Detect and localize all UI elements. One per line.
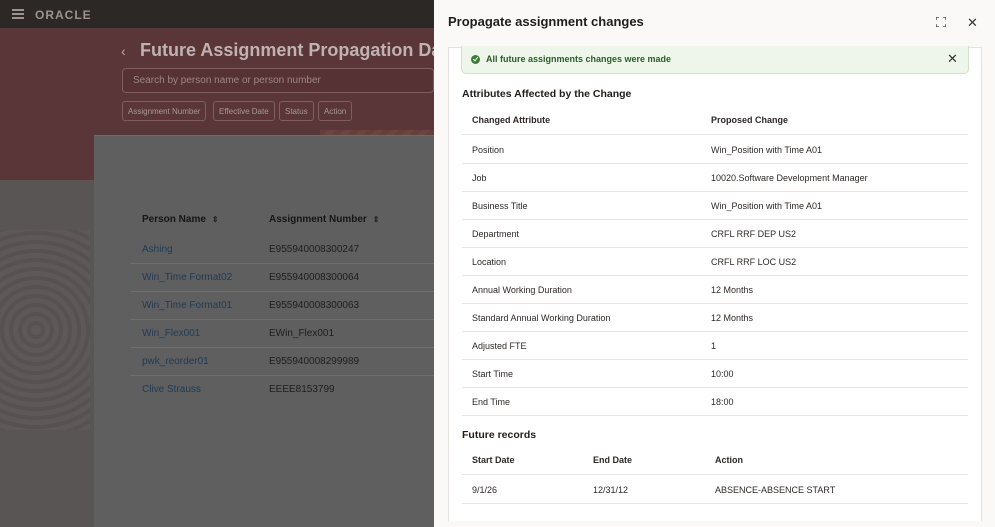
attribute-name: Job: [472, 173, 487, 183]
hamburger-icon[interactable]: [12, 9, 24, 19]
proposed-change: CRFL RRF DEP US2: [711, 229, 797, 239]
person-name-link[interactable]: Win_Flex001: [142, 328, 200, 339]
attribute-name: Location: [472, 257, 507, 267]
proposed-change: Win_Position with Time A01: [711, 145, 823, 155]
filter-action[interactable]: Action: [318, 101, 353, 121]
proposed-change: Win_Position with Time A01: [711, 201, 823, 211]
table-row: Adjusted FTE 1: [462, 332, 968, 360]
chevron-left-icon[interactable]: ‹: [121, 43, 126, 59]
assignment-number: E955940008300063: [269, 300, 360, 311]
person-name-link[interactable]: pwk_reorder01: [142, 356, 209, 367]
proposed-change: 12 Months: [711, 313, 754, 323]
proposed-change: CRFL RRF LOC US2: [711, 257, 797, 267]
drawer-title: Propagate assignment changes: [448, 14, 644, 29]
table-row: Location CRFL RRF LOC US2: [462, 248, 968, 276]
start-date: 9/1/26: [472, 485, 498, 495]
column-end-date: End Date: [593, 455, 633, 465]
proposed-change: 1: [711, 341, 717, 351]
proposed-change: 12 Months: [711, 285, 754, 295]
sort-icon[interactable]: ⇕: [212, 215, 219, 224]
filter-effective-date[interactable]: Effective Date: [213, 101, 275, 121]
table-row: End Time 18:00: [462, 388, 968, 416]
column-assignment-number[interactable]: Assignment Number ⇕: [269, 214, 380, 225]
attribute-name: End Time: [472, 397, 511, 407]
table-row: Annual Working Duration 12 Months: [462, 276, 968, 304]
future-records-header: Start Date End Date Action: [462, 447, 968, 475]
assignment-number: E955940008299989: [269, 356, 360, 367]
close-icon[interactable]: ✕: [947, 51, 958, 67]
column-changed-attribute: Changed Attribute: [472, 115, 551, 125]
table-row[interactable]: Win_Time Format01 E955940008300063: [130, 292, 434, 320]
column-start-date: Start Date: [472, 455, 515, 465]
table-row: Business Title Win_Position with Time A0…: [462, 192, 968, 220]
table-row[interactable]: pwk_reorder01 E955940008299989: [130, 348, 434, 376]
close-icon[interactable]: ✕: [967, 15, 978, 31]
table-row: Start Time 10:00: [462, 360, 968, 388]
table-row[interactable]: Win_Flex001 EWin_Flex001: [130, 320, 434, 348]
end-date: 12/31/12: [593, 485, 629, 495]
contour-decoration: [0, 230, 90, 430]
table-row[interactable]: Ashing E955940008300247: [130, 236, 434, 264]
person-name-link[interactable]: Ashing: [142, 244, 173, 255]
propagate-drawer: Propagate assignment changes ✕ All futur…: [434, 0, 995, 527]
page-title: Future Assignment Propagation Dashboard: [140, 40, 434, 60]
person-name-link[interactable]: Win_Time Format02: [142, 272, 232, 283]
filter-status[interactable]: Status: [279, 101, 314, 121]
proposed-change: 18:00: [711, 397, 734, 407]
column-proposed-change: Proposed Change: [711, 115, 789, 125]
section-title-future-records: Future records: [462, 429, 537, 441]
column-person-name[interactable]: Person Name ⇕: [142, 214, 219, 225]
assignment-number: EEEE8153799: [269, 384, 335, 395]
assignment-number: EWin_Flex001: [269, 328, 335, 339]
search-input[interactable]: Search by person name or person number: [122, 68, 434, 93]
success-banner: All future assignments changes were made…: [461, 46, 969, 74]
filter-assignment-number[interactable]: Assignment Number: [122, 101, 207, 121]
attribute-name: Position: [472, 145, 505, 155]
check-circle-icon: [471, 55, 480, 64]
column-action: Action: [715, 455, 743, 465]
table-row: Standard Annual Working Duration 12 Mont…: [462, 304, 968, 332]
assignment-number: E955940008300064: [269, 272, 360, 283]
attribute-name: Standard Annual Working Duration: [472, 313, 611, 323]
expand-icon[interactable]: [936, 17, 946, 27]
table-row[interactable]: Win_Time Format02 E955940008300064: [130, 264, 434, 292]
table-row: 9/1/26 12/31/12 ABSENCE-ABSENCE START: [462, 476, 968, 504]
record-action: ABSENCE-ABSENCE START: [715, 485, 836, 495]
proposed-change: 10020.Software Development Manager: [711, 173, 868, 183]
brand-logo[interactable]: ORACLE: [35, 8, 92, 22]
attribute-name: Department: [472, 229, 520, 239]
attribute-name: Adjusted FTE: [472, 341, 527, 351]
attribute-name: Start Time: [472, 369, 514, 379]
person-name-link[interactable]: Clive Strauss: [142, 384, 201, 395]
table-row: Job 10020.Software Development Manager: [462, 164, 968, 192]
attribute-name: Business Title: [472, 201, 528, 211]
top-bar: ORACLE: [0, 0, 434, 28]
banner-message: All future assignments changes were made: [486, 54, 672, 64]
assignment-number: E955940008300247: [269, 244, 360, 255]
sort-icon[interactable]: ⇕: [373, 215, 380, 224]
table-row: Position Win_Position with Time A01: [462, 136, 968, 164]
section-title-attributes: Attributes Affected by the Change: [462, 88, 632, 100]
proposed-change: 10:00: [711, 369, 734, 379]
person-name-link[interactable]: Win_Time Format01: [142, 300, 232, 311]
attribute-name: Annual Working Duration: [472, 285, 572, 295]
attributes-table-header: Changed Attribute Proposed Change: [462, 107, 968, 135]
table-row[interactable]: Clive Strauss EEEE8153799: [130, 376, 434, 404]
table-row: Department CRFL RRF DEP US2: [462, 220, 968, 248]
